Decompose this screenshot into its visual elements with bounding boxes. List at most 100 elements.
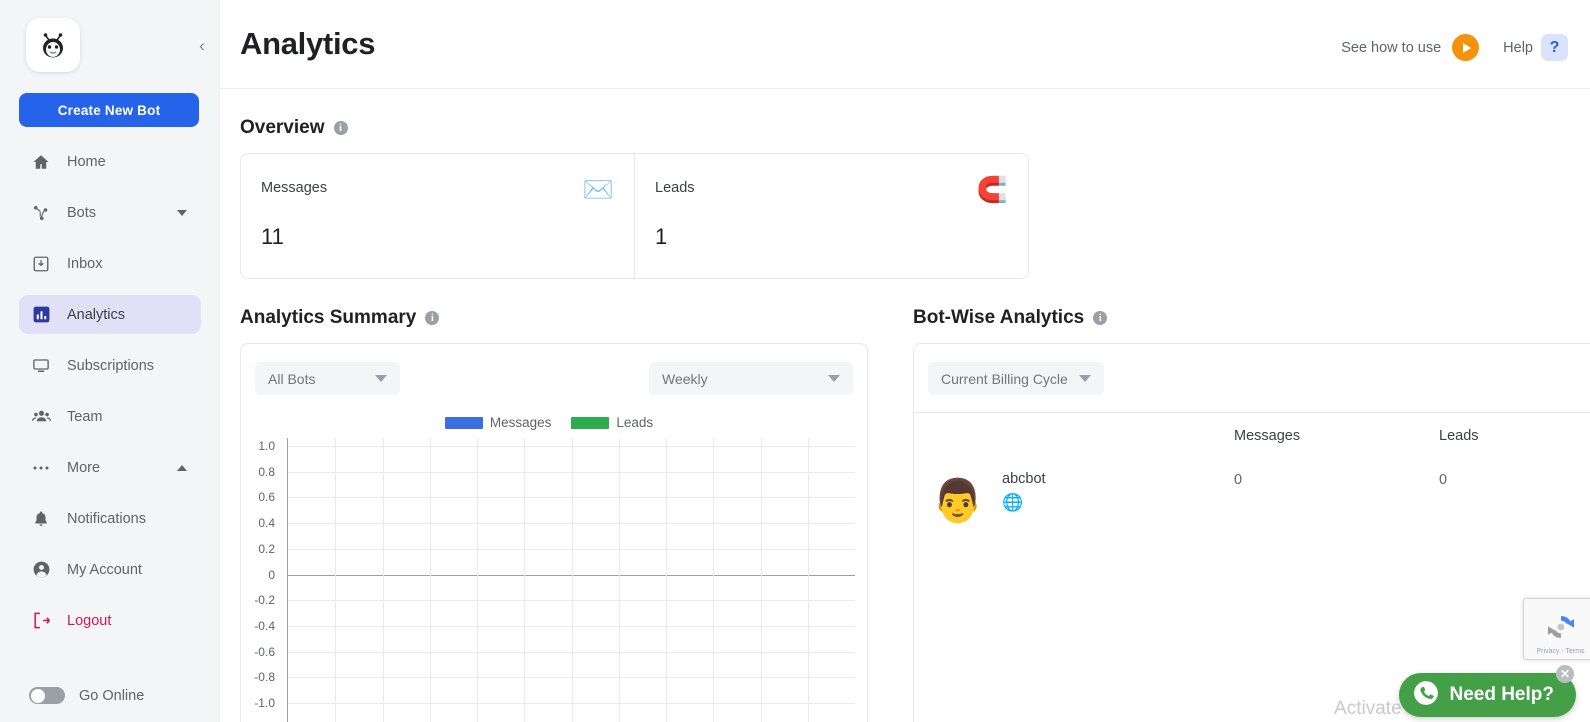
legend-label: Messages: [489, 415, 552, 430]
page-title: Analytics: [240, 26, 376, 61]
bot-wise-analytics-section: Bot-Wise Analytics i Current Billing Cyc…: [913, 279, 1590, 722]
chevron-down-icon[interactable]: [177, 209, 187, 216]
close-icon[interactable]: ✕: [1556, 665, 1574, 683]
chart-y-tick: 0.4: [258, 516, 275, 531]
subscriptions-icon: [31, 356, 51, 376]
sidebar-item-label: Notifications: [67, 510, 146, 527]
logo-container: [26, 18, 80, 72]
inbox-icon: [31, 254, 51, 274]
legend-item-messages[interactable]: Messages: [444, 415, 552, 430]
chart-y-tick: -0.6: [254, 644, 275, 659]
overview-card-value: 11: [261, 224, 284, 249]
recaptcha-terms[interactable]: Privacy - Terms: [1536, 648, 1584, 655]
need-help-button[interactable]: Need Help? ✕: [1399, 665, 1576, 717]
sidebar: ‹ Create New Bot Home Bots Inbox Analyti…: [0, 0, 220, 722]
bot-filter-dropdown[interactable]: All Bots: [255, 362, 400, 395]
chart-y-axis: 1.0 0.8 0.6 0.4 0.2 0 -0.2 -0.4 -0.6 -0.8 -1.0: [241, 438, 281, 722]
chart-gridline-vertical: [335, 438, 337, 722]
bot-meta: abcbot 🌐: [1002, 471, 1046, 513]
bell-icon: [31, 509, 51, 529]
sidebar-item-subscriptions[interactable]: Subscriptions: [19, 346, 201, 385]
overview-card-label: Leads: [655, 180, 695, 196]
bot-name: abcbot: [1002, 471, 1046, 487]
page-header: Analytics See how to use Help ?: [220, 0, 1590, 89]
question-mark-icon[interactable]: ?: [1541, 34, 1568, 61]
create-new-bot-button[interactable]: Create New Bot: [19, 93, 199, 127]
info-icon[interactable]: i: [333, 121, 348, 135]
bot-wise-panel: Current Billing Cycle Messages Leads 👨 a…: [913, 343, 1590, 722]
chevron-down-icon: [1079, 375, 1091, 382]
sidebar-item-label: More: [67, 459, 101, 476]
sidebar-item-logout[interactable]: Logout: [19, 601, 201, 640]
chevron-left-icon[interactable]: ‹: [191, 34, 213, 56]
analytics-summary-section: Analytics Summary i All Bots Weekly Mess…: [240, 279, 868, 722]
logout-icon: [31, 611, 51, 631]
info-icon[interactable]: i: [1093, 311, 1108, 325]
recaptcha-badge[interactable]: Privacy - Terms: [1523, 598, 1590, 660]
table-header-row: Messages Leads: [914, 413, 1590, 444]
sidebar-item-team[interactable]: Team: [19, 397, 201, 436]
sidebar-item-label: Bots: [67, 204, 97, 221]
overview-card-leads: Leads 1 🧲: [634, 154, 1028, 278]
bot-filter-value: All Bots: [268, 370, 316, 387]
need-help-label: Need Help?: [1449, 684, 1554, 705]
bot-wise-heading: Bot-Wise Analytics: [913, 307, 1085, 328]
analytics-bar-icon: [31, 305, 51, 325]
analytics-columns: Analytics Summary i All Bots Weekly Mess…: [240, 279, 1590, 722]
bot-wise-header: Bot-Wise Analytics i: [913, 307, 1590, 329]
legend-item-leads[interactable]: Leads: [571, 415, 653, 430]
column-header-label: Messages: [1234, 428, 1301, 444]
chevron-up-icon[interactable]: [177, 464, 187, 471]
bot-logo-icon[interactable]: [26, 18, 80, 72]
bots-network-icon: [31, 203, 51, 223]
chart-y-tick: -0.4: [254, 618, 275, 633]
help-label[interactable]: Help: [1503, 40, 1533, 56]
billing-cycle-value: Current Billing Cycle: [941, 370, 1068, 387]
column-header-messages: Messages: [1234, 428, 1439, 444]
chevron-down-icon: [828, 375, 840, 382]
overview-heading: Overview: [240, 117, 325, 138]
sidebar-item-analytics[interactable]: Analytics: [19, 295, 201, 334]
toggle-switch[interactable]: [29, 687, 65, 704]
chart-gridline-vertical: [618, 438, 620, 722]
bot-leads-value: 0: [1439, 472, 1448, 488]
chart-plot-area: [287, 438, 855, 722]
analytics-chart: 1.0 0.8 0.6 0.4 0.2 0 -0.2 -0.4 -0.6 -0.8 -1.0: [241, 438, 867, 722]
legend-swatch: [571, 416, 610, 429]
period-filter-dropdown[interactable]: Weekly: [649, 362, 853, 395]
sidebar-item-more[interactable]: More: [19, 448, 201, 487]
go-online-toggle[interactable]: Go Online: [29, 687, 144, 704]
sidebar-item-label: Logout: [67, 612, 112, 629]
see-how-to-use-label[interactable]: See how to use: [1341, 40, 1441, 56]
chart-y-tick: 0: [268, 567, 275, 582]
play-icon[interactable]: [1452, 34, 1480, 61]
chart-y-tick: -0.2: [254, 593, 275, 608]
team-people-icon: [31, 407, 51, 427]
magnet-icon: 🧲: [976, 176, 1008, 204]
more-dots-icon: [31, 458, 51, 478]
overview-card-value: 1: [655, 224, 668, 249]
sidebar-item-my-account[interactable]: My Account: [19, 550, 201, 589]
account-circle-icon: [31, 560, 51, 580]
table-row[interactable]: 👨 abcbot 🌐 0 0: [914, 444, 1590, 522]
billing-cycle-dropdown[interactable]: Current Billing Cycle: [928, 362, 1104, 395]
chart-gridline-vertical: [807, 438, 809, 722]
sidebar-item-label: My Account: [67, 561, 142, 578]
chart-gridline-vertical: [524, 438, 526, 722]
chart-y-tick: 1.0: [258, 439, 275, 453]
bot-avatar-icon: 👨: [931, 477, 985, 524]
sidebar-item-inbox[interactable]: Inbox: [19, 244, 201, 283]
chart-gridline-vertical: [713, 438, 715, 722]
chart-filters: All Bots Weekly: [241, 344, 867, 395]
period-filter-value: Weekly: [662, 370, 708, 387]
legend-label: Leads: [616, 415, 654, 430]
sidebar-item-label: Subscriptions: [67, 357, 155, 374]
info-icon[interactable]: i: [425, 311, 440, 325]
sidebar-item-notifications[interactable]: Notifications: [19, 499, 201, 538]
sidebar-item-home[interactable]: Home: [19, 142, 201, 181]
go-online-label: Go Online: [79, 687, 145, 704]
recaptcha-icon: [1546, 613, 1576, 646]
sidebar-item-label: Team: [67, 408, 103, 425]
sidebar-item-bots[interactable]: Bots: [19, 193, 201, 232]
sidebar-item-label: Home: [67, 153, 106, 170]
